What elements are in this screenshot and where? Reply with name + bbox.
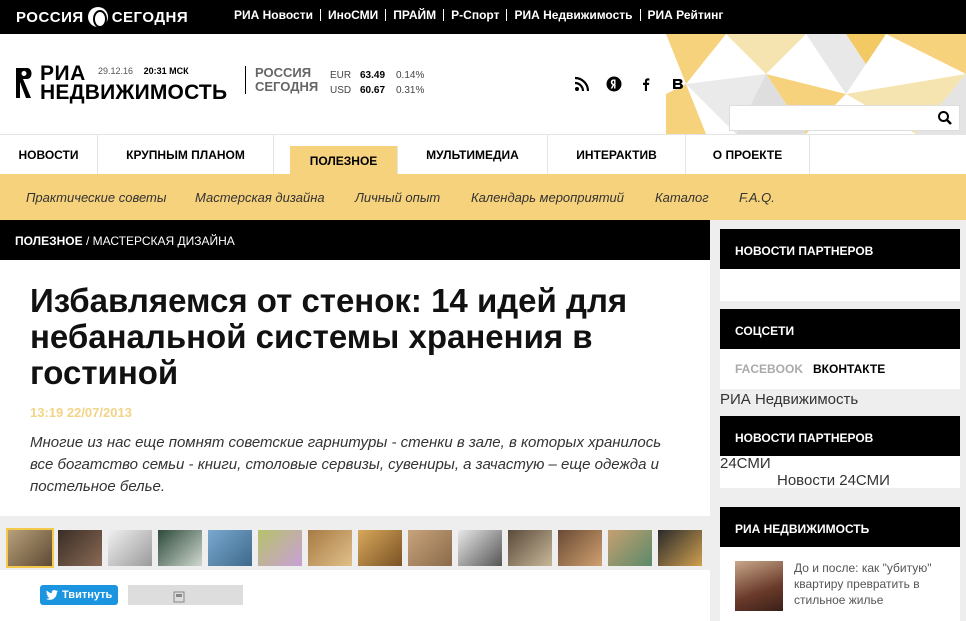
- partners-news-header: НОВОСТИ ПАРТНЕРОВ: [720, 229, 960, 269]
- tweet-label: Твитнуть: [62, 589, 113, 601]
- subnav-faq[interactable]: F.A.Q.: [739, 190, 775, 205]
- rossiya-segodnya-small-logo[interactable]: РОССИЯ СЕГОДНЯ: [245, 66, 318, 94]
- rate-change: 0.31%: [396, 85, 425, 96]
- gallery-thumb[interactable]: [358, 530, 402, 566]
- network-link-prime[interactable]: ПРАЙМ: [386, 9, 445, 21]
- globe-icon: [87, 7, 108, 28]
- rate-change: 0.14%: [396, 70, 425, 81]
- rate-currency: EUR: [330, 70, 352, 81]
- rss-icon[interactable]: [574, 76, 590, 92]
- gallery-thumb[interactable]: [208, 530, 252, 566]
- top-network-bar: РОССИЯ СЕГОДНЯ РИА Новости ИноСМИ ПРАЙМ …: [0, 0, 966, 34]
- rate-value: 60.67: [360, 85, 386, 96]
- network-link-rsport[interactable]: Р-Спорт: [444, 9, 508, 21]
- gallery-thumb[interactable]: [158, 530, 202, 566]
- gallery-thumb[interactable]: [408, 530, 452, 566]
- sub-navigation: Практические советы Мастерская дизайна Л…: [0, 174, 966, 220]
- subnav-masterskaya-dizayna[interactable]: Мастерская дизайна: [195, 190, 325, 205]
- network-link-ria-rating[interactable]: РИА Рейтинг: [641, 9, 731, 21]
- network-links: РИА Новости ИноСМИ ПРАЙМ Р-Спорт РИА Нед…: [234, 9, 730, 21]
- gallery-thumb[interactable]: [258, 530, 302, 566]
- currency-rates: EUR 63.49 0.14% USD 60.67 0.31%: [330, 68, 424, 98]
- gallery-thumb[interactable]: [508, 530, 552, 566]
- nav-item-krupnym-planom[interactable]: КРУПНЫМ ПЛАНОМ: [98, 135, 274, 175]
- tab-vkontakte[interactable]: ВКОНТАКТЕ: [813, 362, 885, 376]
- gallery-thumb[interactable]: [58, 530, 102, 566]
- article-lead: Многие из нас еще помнят советские гарни…: [30, 434, 662, 495]
- rate-row-usd: USD 60.67 0.31%: [330, 83, 424, 98]
- socials-tabs: FACEBOOK ВКОНТАКТЕ: [735, 362, 885, 376]
- share-button[interactable]: [128, 585, 243, 605]
- gallery-thumb[interactable]: [558, 530, 602, 566]
- gallery-thumb[interactable]: [108, 530, 152, 566]
- gallery-thumb[interactable]: [458, 530, 502, 566]
- article-timestamp: 13:19 22/07/2013: [30, 405, 132, 420]
- subnav-katalog[interactable]: Каталог: [655, 190, 709, 205]
- photo-gallery-strip: [0, 516, 710, 570]
- gallery-thumb[interactable]: [658, 530, 702, 566]
- ria-logo-mark-icon: [16, 68, 32, 98]
- rate-currency: USD: [330, 85, 352, 96]
- rs-line2: СЕГОДНЯ: [255, 79, 319, 94]
- socials-header: СОЦСЕТИ: [720, 309, 960, 349]
- nav-item-o-proekte[interactable]: О ПРОЕКТЕ: [686, 135, 810, 175]
- breadcrumb-separator: /: [82, 234, 93, 248]
- logo-line2: НЕДВИЖИМОСТЬ: [40, 81, 228, 104]
- yandex-icon[interactable]: [606, 76, 622, 92]
- gallery-thumb[interactable]: [6, 528, 54, 568]
- partners-news-header-2: НОВОСТИ ПАРТНЕРОВ: [720, 416, 960, 456]
- brand-word-2: СЕГОДНЯ: [111, 8, 189, 26]
- nav-item-interaktiv[interactable]: ИНТЕРАКТИВ: [548, 135, 686, 175]
- share-icon: [173, 591, 185, 603]
- rate-row-eur: EUR 63.49 0.14%: [330, 68, 424, 83]
- current-datetime: 29.12.16 20:31 МСК: [98, 66, 189, 76]
- main-navigation: НОВОСТИ КРУПНЫМ ПЛАНОМ ПОЛЕЗНОЕ МУЛЬТИМЕ…: [0, 134, 966, 175]
- partners-news-body: [720, 269, 960, 301]
- ria-nedvizhimost-header: РИА НЕДВИЖИМОСТЬ: [720, 507, 960, 547]
- subnav-lichnyy-opyt[interactable]: Личный опыт: [355, 190, 440, 205]
- subnav-prakticheskie-sovety[interactable]: Практические советы: [26, 190, 166, 205]
- subnav-kalendar-meropriyatiy[interactable]: Календарь мероприятий: [471, 190, 624, 205]
- brand-word-1: РОССИЯ: [16, 8, 84, 26]
- nav-item-multimedia[interactable]: МУЛЬТИМЕДИА: [398, 135, 548, 175]
- vkontakte-icon[interactable]: [670, 76, 686, 92]
- article-title: Избавляемся от стенок: 14 идей для небан…: [30, 282, 628, 391]
- network-link-ria-nedvizhimost[interactable]: РИА Недвижимость: [507, 9, 641, 21]
- facebook-icon[interactable]: [638, 76, 654, 92]
- breadcrumb-subsection[interactable]: МАСТЕРСКАЯ ДИЗАЙНА: [93, 234, 235, 248]
- nav-item-novosti[interactable]: НОВОСТИ: [0, 135, 98, 175]
- site-header: РИА НЕДВИЖИМОСТЬ 29.12.16 20:31 МСК РОСС…: [0, 34, 966, 134]
- search-box[interactable]: [729, 105, 960, 131]
- nav-item-poleznoe[interactable]: ПОЛЕЗНОЕ: [290, 146, 398, 175]
- search-icon[interactable]: [937, 110, 953, 126]
- smi24-label[interactable]: 24СМИ: [720, 455, 771, 472]
- breadcrumb-section[interactable]: ПОЛЕЗНОЕ: [15, 234, 83, 248]
- current-time: 20:31 МСК: [143, 66, 189, 76]
- rate-value: 63.49: [360, 70, 386, 81]
- ria-nedvizhimost-link[interactable]: РИА Недвижимость: [720, 391, 858, 408]
- smi24-news-link[interactable]: Новости 24СМИ: [777, 472, 890, 489]
- breadcrumb: ПОЛЕЗНОЕ / МАСТЕРСКАЯ ДИЗАЙНА: [0, 220, 710, 260]
- current-date: 29.12.16: [98, 66, 134, 76]
- tab-facebook[interactable]: FACEBOOK: [735, 362, 803, 376]
- rossiya-segodnya-brand[interactable]: РОССИЯ СЕГОДНЯ: [16, 7, 189, 28]
- twitter-bird-icon: [46, 590, 58, 600]
- news-thumbnail[interactable]: [735, 561, 783, 611]
- network-link-ria-novosti[interactable]: РИА Новости: [234, 9, 321, 21]
- rs-line1: РОССИЯ: [255, 65, 312, 80]
- network-link-inosmi[interactable]: ИноСМИ: [321, 9, 387, 21]
- social-links: [574, 76, 686, 92]
- news-headline[interactable]: До и после: как "убитую" квартиру превра…: [794, 560, 944, 608]
- gallery-thumb[interactable]: [608, 530, 652, 566]
- tweet-button[interactable]: Твитнуть: [40, 585, 118, 605]
- gallery-thumb[interactable]: [308, 530, 352, 566]
